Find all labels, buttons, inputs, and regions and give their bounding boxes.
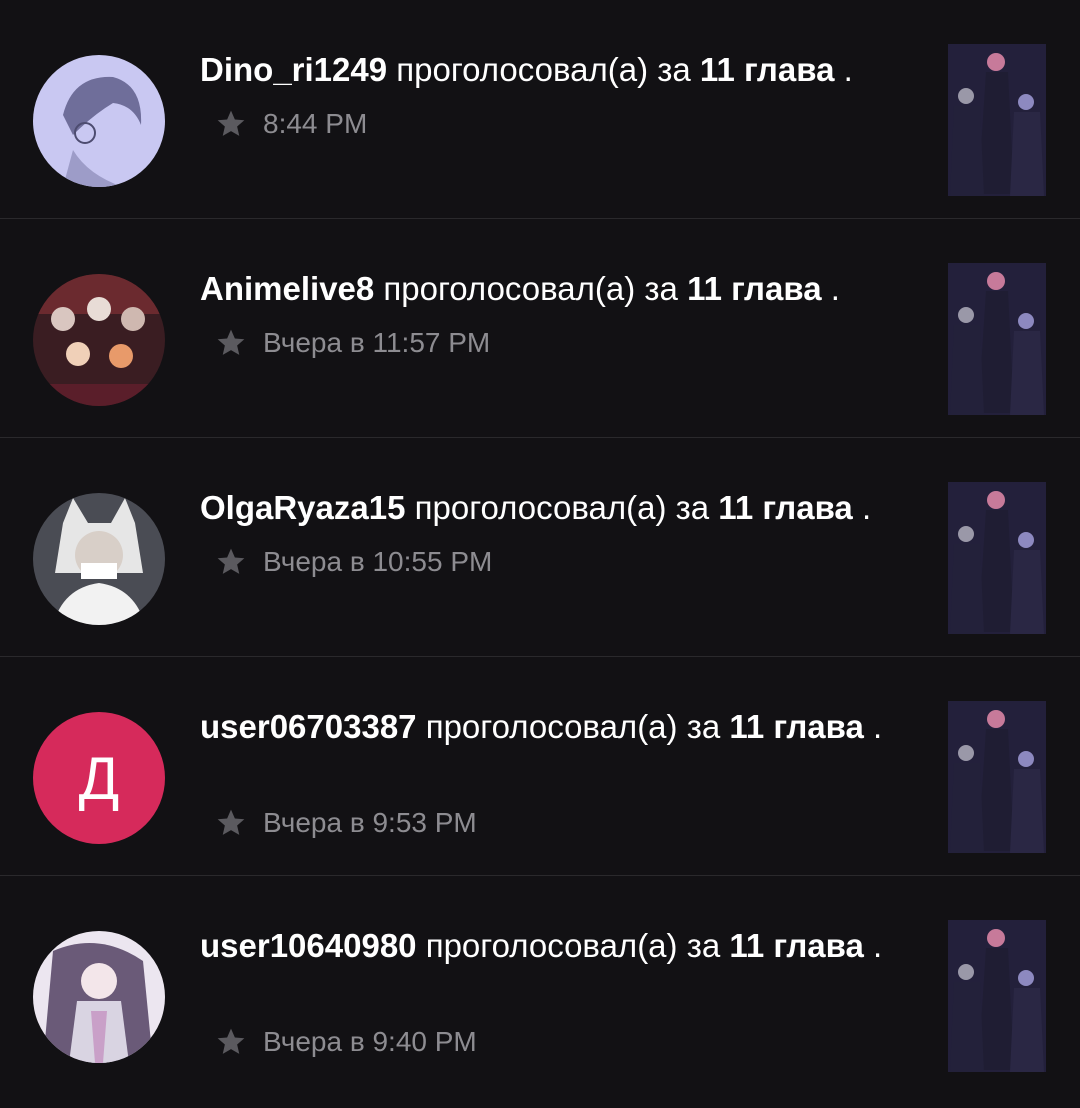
timestamp: Вчера в 10:55 PM	[263, 546, 493, 577]
activity-text: OlgaRyaza15 проголосовал(а) за 11 глава …	[200, 486, 890, 529]
story-cover-thumbnail[interactable]	[948, 701, 1046, 853]
activity-feed: Dino_ri1249 проголосовал(а) за 11 глава …	[0, 0, 1080, 1095]
timestamp-row: Вчера в 10:55 PM	[215, 546, 492, 578]
action-text: проголосовал(а) за	[414, 489, 710, 526]
activity-text: Animelive8 проголосовал(а) за 11 глава .	[200, 267, 890, 310]
action-text: проголосовал(а) за	[383, 270, 678, 307]
timestamp: Вчера в 9:40 PM	[263, 1026, 477, 1057]
story-cover-thumbnail[interactable]	[948, 44, 1046, 196]
chapter-link[interactable]: 11 глава	[700, 51, 835, 88]
sentence-end: .	[861, 489, 872, 526]
username-link[interactable]: Dino_ri1249	[200, 51, 387, 88]
username-link[interactable]: OlgaRyaza15	[200, 489, 405, 526]
sentence-end: .	[843, 51, 853, 88]
star-icon	[217, 1028, 245, 1054]
timestamp-row: 8:44 PM	[215, 108, 367, 140]
story-cover-thumbnail[interactable]	[948, 263, 1046, 415]
timestamp-row: Вчера в 9:53 PM	[215, 807, 477, 839]
avatar-letter: Д	[78, 744, 120, 812]
timestamp-row: Вчера в 11:57 PM	[215, 327, 490, 359]
story-cover-thumbnail[interactable]	[948, 482, 1046, 634]
timestamp-row: Вчера в 9:40 PM	[215, 1026, 477, 1058]
chapter-link[interactable]: 11 глава	[718, 489, 853, 526]
chapter-link[interactable]: 11 глава	[687, 270, 822, 307]
list-item[interactable]: Animelive8 проголосовал(а) за 11 глава .…	[0, 219, 1080, 438]
username-link[interactable]: user10640980	[200, 927, 417, 964]
star-icon	[217, 548, 245, 574]
avatar[interactable]	[33, 931, 165, 1063]
action-text: проголосовал(а) за	[425, 927, 721, 964]
username-link[interactable]: user06703387	[200, 708, 417, 745]
list-item[interactable]: Dino_ri1249 проголосовал(а) за 11 глава …	[0, 0, 1080, 219]
list-item[interactable]: OlgaRyaza15 проголосовал(а) за 11 глава …	[0, 438, 1080, 657]
chapter-link[interactable]: 11 глава	[729, 708, 864, 745]
avatar[interactable]	[33, 274, 165, 406]
sentence-end: .	[873, 927, 883, 964]
activity-text: user10640980 проголосовал(а) за 11 глава…	[200, 924, 890, 967]
list-item[interactable]: user10640980 проголосовал(а) за 11 глава…	[0, 876, 1080, 1095]
activity-text: Dino_ri1249 проголосовал(а) за 11 глава …	[200, 48, 890, 91]
action-text: проголосовал(а) за	[425, 708, 721, 745]
avatar[interactable]	[33, 493, 165, 625]
story-cover-thumbnail[interactable]	[948, 920, 1046, 1072]
action-text: проголосовал(а) за	[396, 51, 691, 88]
activity-text: user06703387 проголосовал(а) за 11 глава…	[200, 705, 890, 748]
username-link[interactable]: Animelive8	[200, 270, 374, 307]
timestamp: 8:44 PM	[263, 108, 368, 139]
timestamp: Вчера в 9:53 PM	[263, 807, 477, 838]
star-icon	[217, 809, 245, 835]
avatar[interactable]	[33, 55, 165, 187]
star-icon	[217, 329, 245, 355]
sentence-end: .	[830, 270, 840, 307]
timestamp: Вчера в 11:57 PM	[263, 327, 491, 358]
chapter-link[interactable]: 11 глава	[729, 927, 864, 964]
avatar[interactable]: Д	[33, 712, 165, 844]
list-item[interactable]: Д user06703387 проголосовал(а) за 11 гла…	[0, 657, 1080, 876]
sentence-end: .	[873, 708, 883, 745]
star-icon	[217, 110, 245, 136]
